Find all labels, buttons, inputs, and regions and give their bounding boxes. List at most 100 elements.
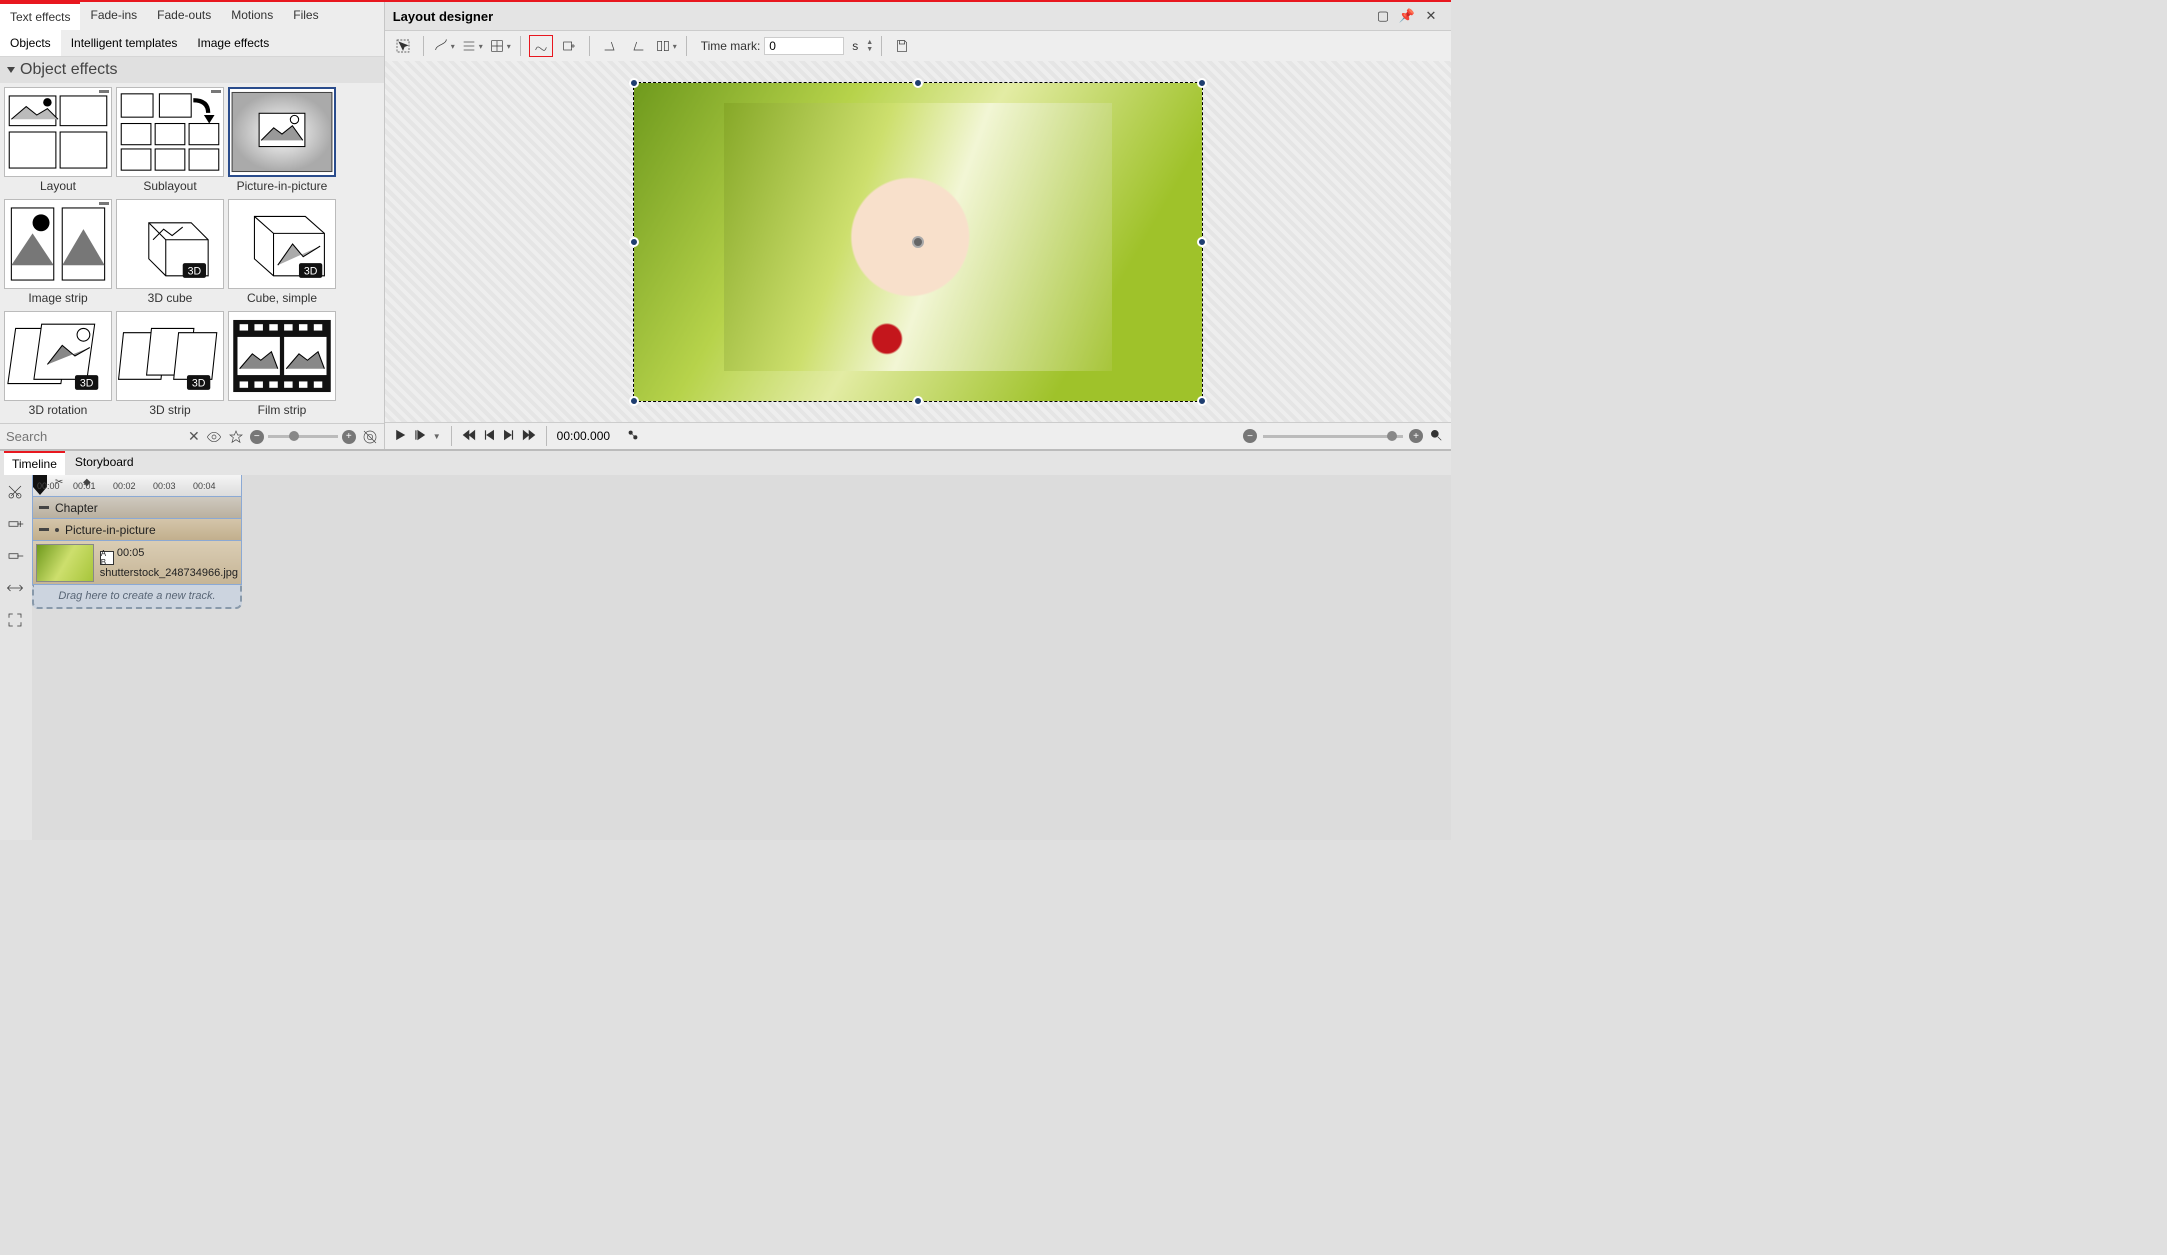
track-pip[interactable]: Picture-in-picture [32, 519, 242, 541]
effect-label: Image strip [28, 289, 87, 307]
effect-cube-simple[interactable]: 3D Cube, simple [228, 199, 336, 307]
rewind-icon[interactable] [462, 428, 476, 445]
curve-tool-icon[interactable] [432, 35, 456, 57]
tab-timeline[interactable]: Timeline [4, 451, 65, 475]
canvas-zoom-slider[interactable] [1263, 435, 1403, 438]
rotate-left-icon[interactable] [598, 35, 622, 57]
handle-t[interactable] [913, 78, 923, 88]
effect-label: 3D cube [148, 289, 193, 307]
effect-image-strip[interactable]: Image strip [4, 199, 112, 307]
collapse-icon [99, 202, 109, 205]
tab-storyboard[interactable]: Storyboard [67, 451, 142, 475]
keyframe-icon[interactable] [626, 428, 640, 445]
handle-b[interactable] [913, 396, 923, 406]
handle-tr[interactable] [1197, 78, 1207, 88]
subtab-image-effects[interactable]: Image effects [187, 30, 279, 56]
collapse-icon [7, 67, 15, 73]
search-input[interactable] [6, 429, 182, 444]
effect-label: Picture-in-picture [237, 177, 328, 195]
layout-designer-panel: Layout designer ▢ 📌 ✕ Time mark: [385, 2, 1451, 449]
effect-layout[interactable]: Layout [4, 87, 112, 195]
align-tool-icon[interactable] [460, 35, 484, 57]
track-label: Picture-in-picture [65, 523, 156, 537]
tab-motions[interactable]: Motions [221, 2, 283, 30]
zoom-slider[interactable]: − + [250, 430, 356, 444]
center-handle[interactable] [912, 236, 924, 248]
time-mark-input[interactable] [764, 37, 844, 55]
handle-r[interactable] [1197, 237, 1207, 247]
selection-box[interactable] [633, 82, 1203, 402]
effect-picture-in-picture[interactable]: Picture-in-picture [228, 87, 336, 195]
select-tool-icon[interactable] [391, 35, 415, 57]
time-mark-label: Time mark: [701, 39, 761, 53]
designer-toolbar: Time mark: s ▲▼ [385, 31, 1451, 61]
handle-l[interactable] [629, 237, 639, 247]
handle-br[interactable] [1197, 396, 1207, 406]
effect-label: 3D strip [149, 401, 190, 419]
forward-icon[interactable] [522, 428, 536, 445]
track-chapter[interactable]: Chapter [32, 497, 242, 519]
timeline-clip[interactable]: A B 00:05 shutterstock_248734966.jpg [32, 541, 242, 585]
effect-3d-rotation[interactable]: 3D 3D rotation [4, 311, 112, 419]
play-options-icon[interactable]: ▼ [433, 432, 441, 441]
track-dot-icon [55, 528, 59, 532]
fit-width-icon[interactable] [2, 575, 28, 601]
subtab-intelligent-templates[interactable]: Intelligent templates [61, 30, 188, 56]
remove-track-icon[interactable] [2, 543, 28, 569]
svg-text:3D: 3D [304, 266, 318, 278]
svg-text:3D: 3D [188, 266, 202, 278]
cut-tool-icon[interactable] [2, 479, 28, 505]
effect-label: Layout [40, 177, 76, 195]
zoom-fit-icon[interactable] [1429, 428, 1443, 445]
canvas-zoom-out-icon[interactable]: − [1243, 429, 1257, 443]
zoom-out-icon[interactable]: − [250, 430, 264, 444]
fit-all-icon[interactable] [2, 607, 28, 633]
effects-grid: Layout Sublayout Picture-in-picture [0, 83, 384, 423]
track-handle-icon [39, 506, 49, 509]
effect-sublayout[interactable]: Sublayout [116, 87, 224, 195]
tab-fade-ins[interactable]: Fade-ins [80, 2, 147, 30]
track-handle-icon [39, 528, 49, 531]
search-row: ✕ − + [0, 423, 384, 449]
effect-3d-strip[interactable]: 3D 3D strip [116, 311, 224, 419]
time-ruler[interactable]: ✂ ◆ 00:00 00:01 00:02 00:03 00:04 [32, 475, 242, 497]
timeline-tools [0, 475, 32, 840]
new-track-dropzone[interactable]: Drag here to create a new track. [32, 585, 242, 609]
grid-tool-icon[interactable] [488, 35, 512, 57]
handle-bl[interactable] [629, 396, 639, 406]
pin-icon[interactable]: 📌 [1395, 6, 1419, 26]
timeline[interactable]: ✂ ◆ 00:00 00:01 00:02 00:03 00:04 Chapte… [32, 475, 1451, 840]
effect-label: Film strip [258, 401, 307, 419]
zoom-track[interactable] [268, 435, 338, 438]
rotate-right-icon[interactable] [626, 35, 650, 57]
handle-tl[interactable] [629, 78, 639, 88]
time-spinner[interactable]: ▲▼ [866, 39, 873, 53]
subtab-objects[interactable]: Objects [0, 30, 61, 56]
star-icon[interactable] [228, 429, 244, 445]
clear-icon[interactable]: ✕ [188, 428, 200, 445]
maximize-icon[interactable]: ▢ [1371, 6, 1395, 26]
canvas-zoom-in-icon[interactable]: + [1409, 429, 1423, 443]
ruler-tick: 00:04 [193, 481, 216, 491]
section-header[interactable]: Object effects [0, 57, 384, 83]
tab-files[interactable]: Files [283, 2, 328, 30]
tab-fade-outs[interactable]: Fade-outs [147, 2, 221, 30]
canvas[interactable] [385, 61, 1451, 422]
eye-icon[interactable] [206, 429, 222, 445]
add-track-icon[interactable] [2, 511, 28, 537]
effect-label: Sublayout [143, 177, 196, 195]
path-tool-icon[interactable] [529, 35, 553, 57]
next-frame-icon[interactable] [502, 428, 516, 445]
close-icon[interactable]: ✕ [1419, 6, 1443, 26]
save-icon[interactable] [890, 35, 914, 57]
play-icon[interactable] [393, 428, 407, 445]
effect-3d-cube[interactable]: 3D 3D cube [116, 199, 224, 307]
target-icon[interactable] [362, 429, 378, 445]
add-frame-icon[interactable] [557, 35, 581, 57]
play-from-icon[interactable] [413, 428, 427, 445]
tab-text-effects[interactable]: Text effects [0, 2, 80, 30]
prev-frame-icon[interactable] [482, 428, 496, 445]
arrange-icon[interactable] [654, 35, 678, 57]
zoom-in-icon[interactable]: + [342, 430, 356, 444]
effect-film-strip[interactable]: Film strip [228, 311, 336, 419]
